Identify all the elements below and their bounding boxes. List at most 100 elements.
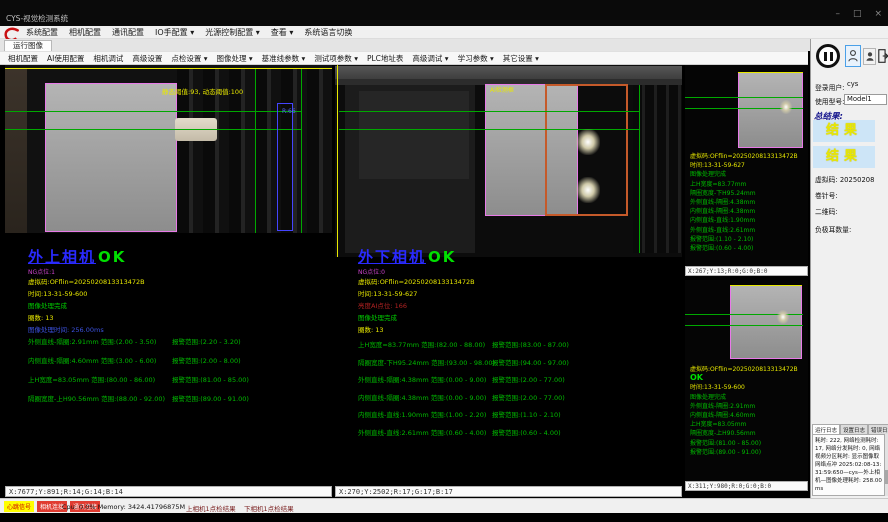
middle-ai-point: 亮度AI点位: 166: [358, 300, 407, 310]
result-line: 上H宽度=83.05mm: [690, 419, 746, 428]
middle-ng-point: NG点位:0: [358, 267, 385, 276]
cpu-memory-status: Cpu: 0.0% Memory: 3424.41796875M: [62, 503, 185, 511]
result-line: 内侧直线-隔圈:4.38mm: [690, 206, 755, 215]
left-coords-bar: X:7677;Y:891;R:14;G:14;B:14: [5, 486, 332, 497]
log-text-area: 耗时: 222, 网络检测耗时: 17, 网络分发耗时: 0, 网络视频分区耗时…: [812, 434, 885, 496]
measurement-row: 隔圈宽度-下H95.24mm 范围:(93.00 - 98.00)报警范围:(9…: [358, 357, 495, 367]
qr-code-label: 二维码:: [815, 206, 838, 216]
measure-line: [5, 111, 301, 112]
toolbar-item-3[interactable]: 高级设置: [132, 53, 162, 64]
toolbar-item-1[interactable]: AI使用配置: [47, 53, 84, 64]
result-line: 虚拟码:OFflin=2025020813313472B: [690, 364, 798, 373]
scene-top-bar: [335, 66, 682, 79]
close-icon[interactable]: ×: [874, 9, 882, 19]
measurement-row: 上H宽度=83.77mm 范围:(82.00 - 88.00)报警范围:(83.…: [358, 339, 485, 349]
result-line: 外侧直线-直线:2.61mm: [690, 225, 755, 234]
app-window: CYS-视觉检测系统 – □ × 系统配置相机配置通讯配置IO手配置 ▾光源控制…: [0, 0, 888, 522]
exit-button[interactable]: [878, 44, 888, 68]
result-line: 外侧直线-隔圈:4.38mm: [690, 197, 755, 206]
toolbar-item-4[interactable]: 点检设置 ▾: [171, 53, 207, 64]
status-bar: 心跳信号相机连接通讯连接 Cpu: 0.0% Memory: 3424.4179…: [0, 498, 888, 513]
login-user-value: cys: [845, 80, 887, 90]
scene-machinery: [359, 91, 469, 179]
result-line: OK: [690, 373, 703, 382]
measure-line: [685, 97, 803, 98]
pause-button[interactable]: [816, 44, 840, 68]
user-icon: [847, 48, 859, 64]
maximize-icon[interactable]: □: [853, 9, 862, 19]
ai-box-label: AI检测框: [490, 85, 514, 94]
user-filled-icon: [865, 50, 875, 63]
login-user-button[interactable]: [845, 45, 861, 67]
measurement-row: 外侧直线-直线:2.61mm 范围:(0.60 - 4.00)报警范围:(0.6…: [358, 427, 486, 437]
measurement-row: 上H宽度=83.05mm 范围:(80.00 - 86.00)报警范围:(81.…: [28, 374, 155, 384]
result-line: 报警范围:(1.10 - 2.10): [690, 234, 753, 243]
menu-item-2[interactable]: 通讯配置: [112, 27, 144, 38]
tab-run-image[interactable]: 运行图像: [4, 40, 52, 51]
overlay-top-line: [5, 68, 332, 69]
left-turn-count: 圈数: 13: [28, 312, 54, 322]
title-bar: CYS-视觉检测系统 – □ ×: [0, 0, 888, 26]
inspected-part: [45, 83, 177, 232]
left-virtual-code: 虚拟码:OFflin=2025020813313472B: [28, 276, 145, 286]
result-line: 隔圈宽度-下H95.24mm: [690, 188, 756, 197]
login-user-label: 登录用户:: [815, 82, 844, 92]
menu-item-4[interactable]: 光源控制配置 ▾: [205, 27, 260, 38]
window-title: CYS-视觉检测系统: [6, 13, 68, 24]
toolbar-item-9[interactable]: 高级调试 ▾: [412, 53, 448, 64]
user-switch-button[interactable]: [863, 48, 876, 65]
menu-item-3[interactable]: IO手配置 ▾: [155, 27, 194, 38]
middle-process-done: 图像处理完成: [358, 312, 397, 322]
scene-left-band: [5, 69, 27, 233]
minimize-icon[interactable]: –: [835, 9, 840, 19]
measurement-row: 外侧直线-隔圈:2.91mm 范围:(2.00 - 3.50)报警范围:(2.2…: [28, 336, 156, 346]
left-process-time: 图像处理时间: 256.00ms: [28, 324, 104, 334]
result-line: 报警范围:(81.00 - 85.00): [690, 438, 761, 447]
virtual-code-value: 虚拟码: 20250208: [815, 174, 874, 184]
toolbar-item-6[interactable]: 基准线参数 ▾: [262, 53, 306, 64]
roi-box-blue: [277, 103, 293, 231]
toolbar-item-7[interactable]: 测试项参数 ▾: [314, 53, 358, 64]
menu-item-5[interactable]: 查看 ▾: [271, 27, 294, 38]
left-ng-point: NG点位:1: [28, 267, 55, 276]
measurement-row: 内侧直线-隔圈:4.38mm 范围:(0.00 - 9.00)报警范围:(2.0…: [358, 392, 486, 402]
status-badge-0: 心跳信号: [4, 501, 34, 512]
left-process-done: 图像处理完成: [28, 300, 67, 310]
measure-line: [301, 69, 302, 233]
result-line: 内侧直线-直线:1.90mm: [690, 215, 755, 224]
result-line: 图像处理完成: [690, 169, 726, 178]
negative-tab-count-label: 负极耳数量:: [815, 224, 851, 234]
middle-time: 时间:13-31-59-627: [358, 288, 417, 298]
toolbar-item-5[interactable]: 图像处理 ▾: [217, 53, 253, 64]
toolbar-item-0[interactable]: 相机配置: [8, 53, 38, 64]
model-select[interactable]: Model1: [844, 94, 887, 105]
result-line: 外侧直线-隔圈:2.91mm: [690, 401, 755, 410]
right-bottom-coords-bar: X:311;Y:980;R:0;G:0;B:0: [685, 481, 808, 491]
result-line: 隔圈宽度-上H90.56mm: [690, 428, 756, 437]
toolbar-item-8[interactable]: PLC地址表: [367, 53, 403, 64]
menu-item-1[interactable]: 相机配置: [69, 27, 101, 38]
control-panel: 登录用户: cys 使用型号: Model1 总结果: 结果 结果 虚拟码: 2…: [810, 39, 888, 498]
menu-item-6[interactable]: 系统语言切换: [304, 27, 352, 38]
measure-line: [5, 129, 301, 130]
measurement-row: 外侧直线-隔圈:4.38mm 范围:(0.00 - 9.00)报警范围:(2.0…: [358, 374, 486, 384]
menu-item-0[interactable]: 系统配置: [26, 27, 58, 38]
pin-number-label: 卷针号:: [815, 190, 838, 200]
lower-camera-check-link[interactable]: 下相机1点检结果: [244, 503, 294, 513]
toolbar-item-10[interactable]: 学习参数 ▾: [458, 53, 494, 64]
menu-bar: 系统配置相机配置通讯配置 IO手配置 ▾ 光源控制配置 ▾ 查看 ▾ 系统语言切换: [0, 26, 888, 39]
scene-stripes: [633, 85, 682, 253]
toolbar-item-2[interactable]: 相机调试: [93, 53, 123, 64]
result-line: 上H宽度=83.77mm: [690, 179, 746, 188]
toolbar-item-11[interactable]: 其它设置 ▾: [503, 53, 539, 64]
measure-line: [685, 325, 803, 326]
result-indicator-2: 结果: [813, 146, 875, 168]
middle-coords-bar: X:270;Y:2502;R:17;G:17;B:17: [335, 486, 682, 497]
upper-camera-check-link[interactable]: 上相机1点检结果: [186, 503, 236, 513]
result-line: 内侧直线-隔圈:4.60mm: [690, 410, 755, 419]
result-line: 虚拟码:OFflin=2025020813313472B: [690, 151, 798, 160]
bright-spot: [780, 100, 792, 114]
middle-turn-count: 圈数: 13: [358, 324, 384, 334]
result-line: 图像处理完成: [690, 392, 726, 401]
measurement-row: 内侧直线-隔圈:4.60mm 范围:(3.00 - 6.00)报警范围:(2.0…: [28, 355, 156, 365]
